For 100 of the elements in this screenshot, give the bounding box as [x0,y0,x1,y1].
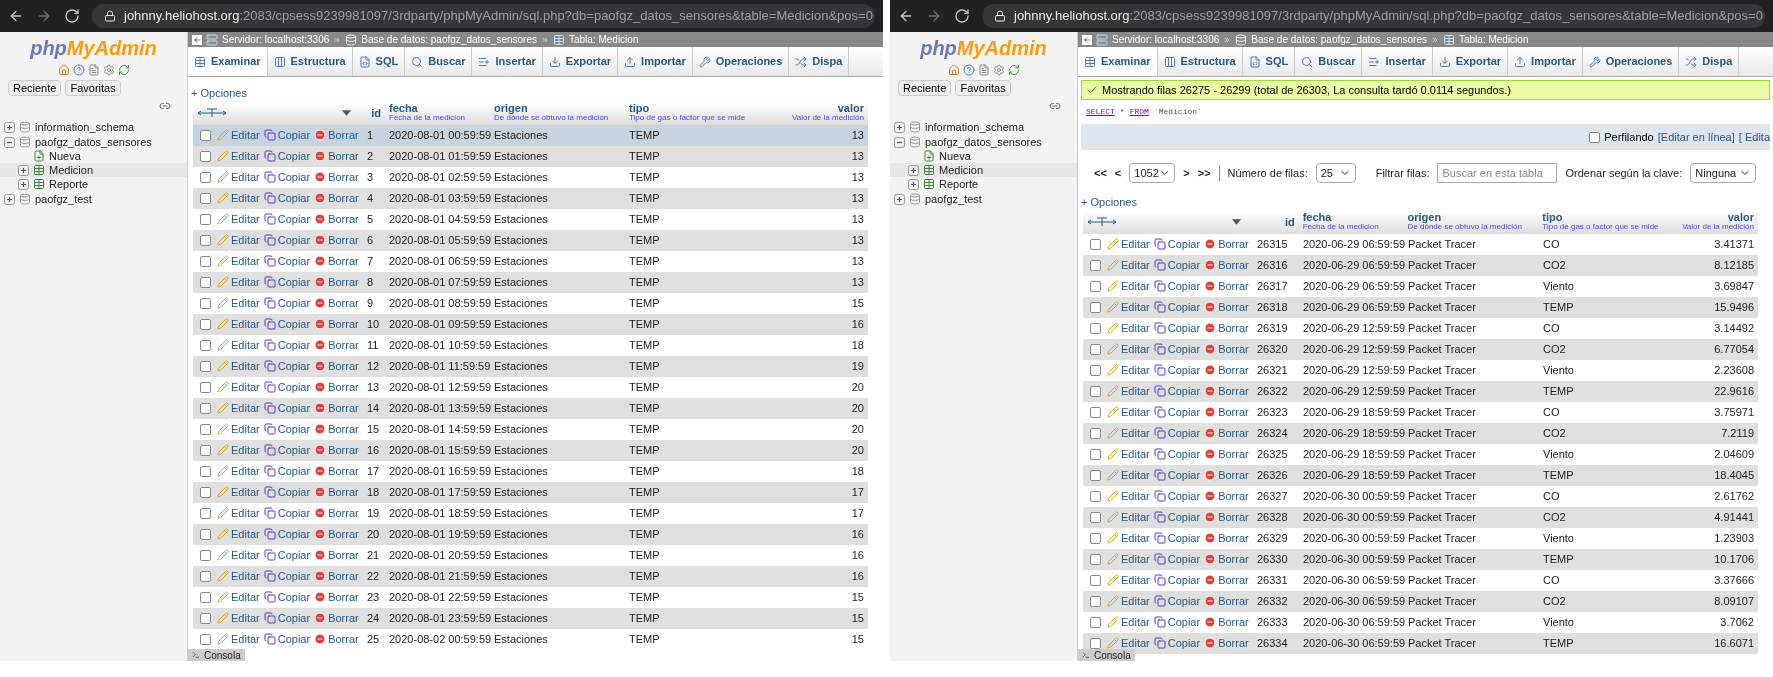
edit-link[interactable]: Editar [231,609,260,627]
expand-icon[interactable] [18,178,29,190]
back-icon[interactable] [8,8,24,24]
page-select[interactable]: 1052 [1129,163,1176,183]
delete-link[interactable]: Borrar [328,126,359,144]
edit-link[interactable]: Editar [1121,571,1150,589]
edit-link[interactable]: Editar [1121,340,1150,358]
row-checkbox[interactable] [199,171,211,183]
copy-link[interactable]: Copiar [1167,340,1201,358]
edit-link[interactable]: Editar [1121,235,1150,253]
row-checkbox[interactable] [199,360,211,372]
edit-link[interactable]: Editar [231,483,260,501]
tab[interactable]: SQL [1242,47,1296,76]
tab[interactable]: Operaciones [1582,47,1680,76]
row-checkbox[interactable] [1089,490,1101,502]
logo[interactable]: phpMyAdmin [920,36,1047,60]
tree-item[interactable]: Medicion [0,163,187,177]
settings-icon[interactable] [992,64,1005,76]
copy-link[interactable]: Copiar [1167,235,1201,253]
row-checkbox[interactable] [199,129,211,141]
copy-link[interactable]: Copiar [1167,529,1201,547]
nav-button[interactable]: Favoritas [65,80,121,96]
table-row[interactable]: Editar Copiar Borrar 1 2020-08-01 00:59:59 Estaciones TEMP 13 [193,124,868,146]
copy-link[interactable]: Copiar [277,189,311,207]
row-checkbox[interactable] [199,612,211,624]
home-icon[interactable] [947,64,960,76]
delete-link[interactable]: Borrar [1218,319,1249,337]
tree-item[interactable]: Nueva [0,149,187,163]
table-row[interactable]: Editar Copiar Borrar 16 2020-08-01 15:59:59 Estaciones TEMP 20 [193,439,868,461]
copy-link[interactable]: Copiar [1167,571,1201,589]
dropdown-caret-icon[interactable] [342,110,351,116]
edit-link[interactable]: Editar [1121,298,1150,316]
expand-icon[interactable] [908,178,919,190]
column-header[interactable]: origen [494,102,621,113]
row-checkbox[interactable] [199,192,211,204]
tree-item[interactable]: paofgz_test [890,192,1077,206]
delete-link[interactable]: Borrar [328,462,359,480]
copy-link[interactable]: Copiar [277,273,311,291]
row-checkbox[interactable] [1089,322,1101,334]
copy-link[interactable]: Copiar [1167,403,1201,421]
delete-link[interactable]: Borrar [1218,550,1249,568]
tab[interactable]: Buscar [405,47,473,76]
table-row[interactable]: Editar Copiar Borrar 14 2020-08-01 13:59:59 Estaciones TEMP 20 [193,397,868,419]
tab[interactable]: Exportar [542,47,619,76]
delete-link[interactable]: Borrar [328,399,359,417]
delete-link[interactable]: Borrar [1218,403,1249,421]
edit-link[interactable]: Editar [231,588,260,606]
row-checkbox[interactable] [1089,532,1101,544]
delete-link[interactable]: Borrar [1218,361,1249,379]
edit-link[interactable]: Editar [1121,382,1150,400]
copy-link[interactable]: Copiar [277,126,311,144]
copy-link[interactable]: Copiar [1167,508,1201,526]
edit-link[interactable]: Editar [231,315,260,333]
table-row[interactable]: Editar Copiar Borrar 26324 2020-06-29 18:59:59 Packet Tracer CO2 7.2119 [1083,422,1758,444]
delete-link[interactable]: Borrar [1218,592,1249,610]
delete-link[interactable]: Borrar [1218,340,1249,358]
row-checkbox[interactable] [199,549,211,561]
copy-link[interactable]: Copiar [277,336,311,354]
row-checkbox[interactable] [199,570,211,582]
row-checkbox[interactable] [1089,511,1101,523]
tree-item[interactable]: information_schema [0,120,187,134]
table-row[interactable]: Editar Copiar Borrar 22 2020-08-01 21:59:59 Estaciones TEMP 16 [193,565,868,587]
delete-link[interactable]: Borrar [328,378,359,396]
delete-link[interactable]: Borrar [328,546,359,564]
row-checkbox[interactable] [199,402,211,414]
delete-link[interactable]: Borrar [1218,277,1249,295]
copy-link[interactable]: Copiar [277,462,311,480]
breadcrumb-link[interactable]: Tabla: Medicion [1459,32,1529,47]
delete-link[interactable]: Borrar [1218,487,1249,505]
edit-link[interactable]: Editar [1121,361,1150,379]
delete-link[interactable]: Borrar [328,630,359,648]
column-header[interactable]: valor [837,102,864,113]
copy-link[interactable]: Copiar [1167,277,1201,295]
collapse-icon[interactable] [894,136,905,148]
help-icon[interactable] [72,64,85,76]
edit-link[interactable]: Editar [1121,634,1150,652]
tree-item[interactable]: information_schema [890,120,1077,134]
delete-link[interactable]: Borrar [328,525,359,543]
column-resize-icon[interactable] [1087,217,1117,227]
copy-link[interactable]: Copiar [277,420,311,438]
edit-link[interactable]: Editar [1121,319,1150,337]
tab[interactable]: SQL [352,47,406,76]
row-checkbox[interactable] [199,507,211,519]
row-checkbox[interactable] [1089,469,1101,481]
edit-link[interactable]: Editar [231,441,260,459]
edit-link[interactable]: Editar [1121,487,1150,505]
breadcrumb-link[interactable]: Tabla: Medicion [569,32,639,47]
copy-link[interactable]: Copiar [1167,256,1201,274]
table-row[interactable]: Editar Copiar Borrar 26326 2020-06-29 18:59:59 Packet Tracer TEMP 18.4045 [1083,464,1758,486]
copy-link[interactable]: Copiar [1167,424,1201,442]
copy-link[interactable]: Copiar [1167,319,1201,337]
link-icon[interactable] [1049,100,1061,112]
column-header[interactable]: origen [1407,211,1535,222]
table-row[interactable]: Editar Copiar Borrar 10 2020-08-01 09:59:59 Estaciones TEMP 16 [193,313,868,335]
tree-item[interactable]: paofgz_datos_sensores [890,135,1077,149]
delete-link[interactable]: Borrar [1218,634,1249,652]
table-row[interactable]: Editar Copiar Borrar 24 2020-08-01 23:59:59 Estaciones TEMP 15 [193,607,868,629]
copy-link[interactable]: Copiar [277,630,311,648]
edit-link[interactable]: Editar [231,378,260,396]
address-bar[interactable]: johnny.heliohost.org:2083/cpsess9239981097/3rdparty/phpMyAdmin/sql.php?db=paofgz_datos_sensores&table=Medicion&pos=0 [92,4,875,28]
